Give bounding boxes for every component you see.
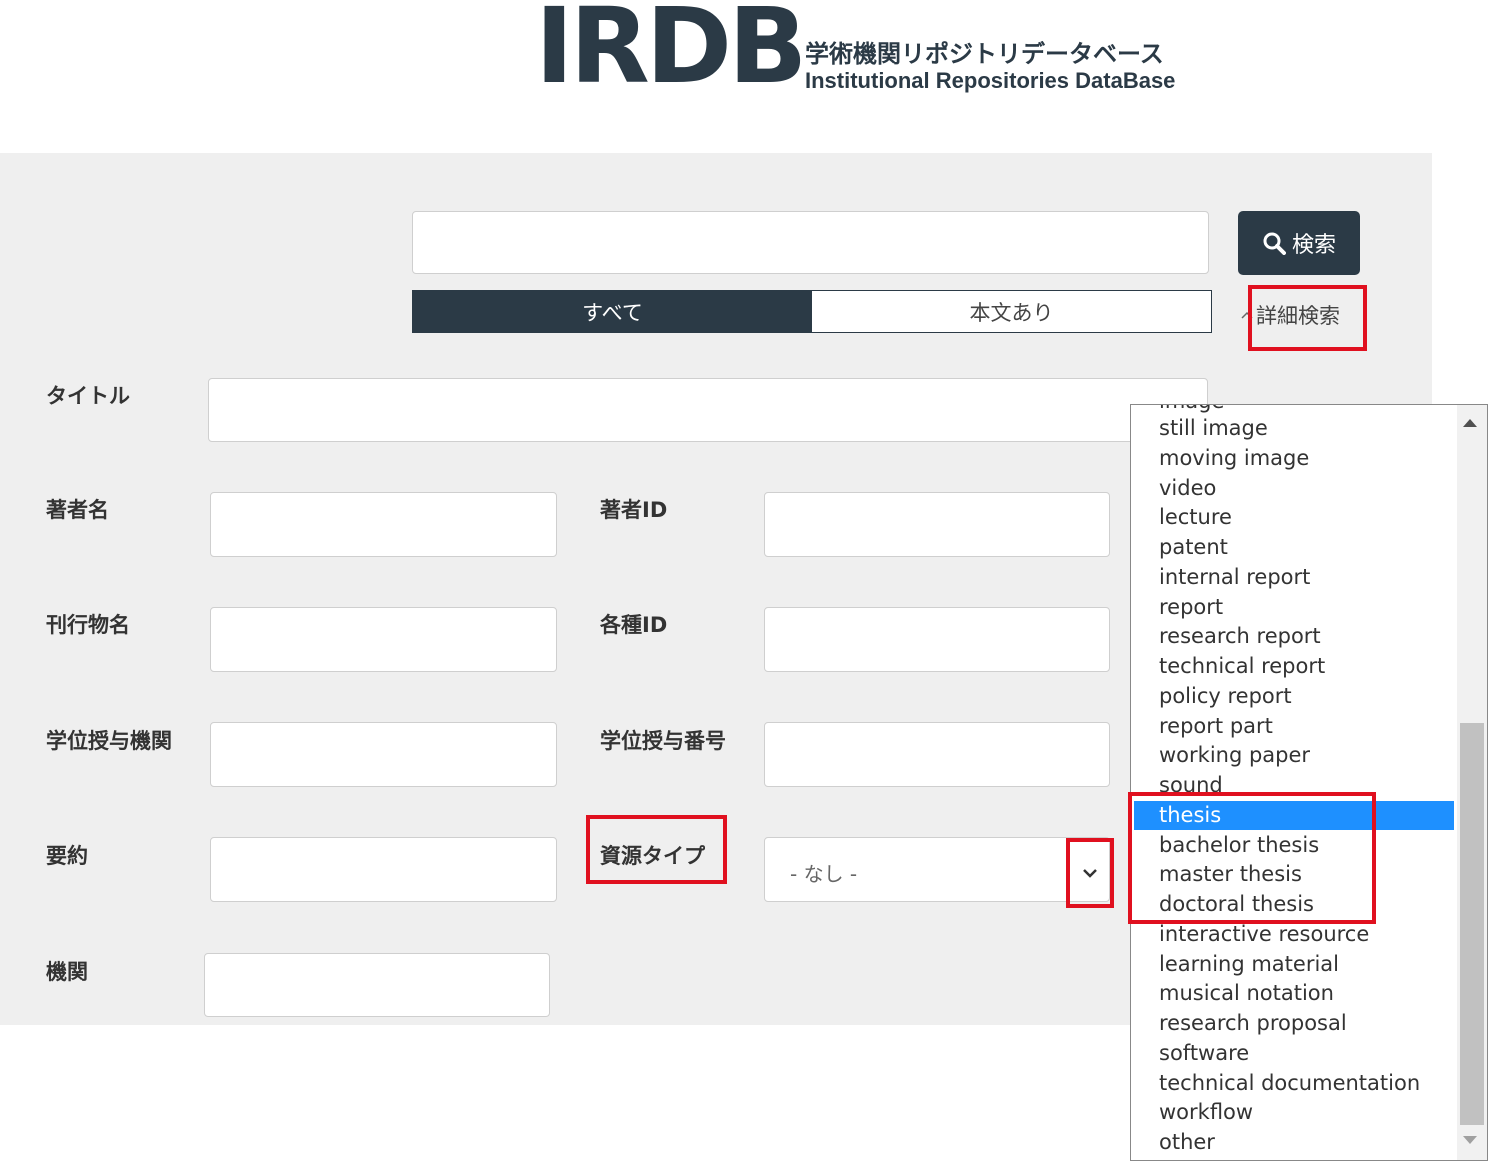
dropdown-option[interactable]: still image xyxy=(1159,414,1268,444)
logo-english-name: Institutional Repositories DataBase xyxy=(805,68,1176,93)
degree-number-label: 学位授与番号 xyxy=(600,729,726,753)
dropdown-option[interactable]: musical notation xyxy=(1159,979,1334,1009)
dropdown-option[interactable]: software xyxy=(1159,1039,1249,1069)
dropdown-option[interactable]: moving image xyxy=(1159,444,1309,474)
resource-type-dropdown-toggle[interactable] xyxy=(1066,838,1114,908)
highlight-thesis-options xyxy=(1128,792,1376,924)
dropdown-option[interactable]: internal report xyxy=(1159,563,1310,593)
dropdown-scrollbar[interactable] xyxy=(1457,405,1487,1160)
logo-mark: IRDB xyxy=(535,0,807,107)
author-name-label: 著者名 xyxy=(46,498,109,522)
dropdown-option[interactable]: technical documentation xyxy=(1159,1069,1420,1099)
author-name-input[interactable] xyxy=(210,492,557,557)
various-id-input[interactable] xyxy=(764,607,1110,672)
chevron-down-icon xyxy=(1083,869,1097,878)
dropdown-option[interactable]: research proposal xyxy=(1159,1009,1347,1039)
dropdown-option[interactable]: video xyxy=(1159,474,1216,504)
irdb-logo[interactable]: IRDB 学術機関リポジトリデータベース Institutional Repos… xyxy=(535,0,1175,110)
dropdown-option[interactable]: technical report xyxy=(1159,652,1325,682)
scroll-down-arrow-icon[interactable] xyxy=(1463,1136,1477,1144)
dropdown-option[interactable]: lecture xyxy=(1159,503,1232,533)
search-button[interactable]: 検索 xyxy=(1238,211,1360,275)
dropdown-option[interactable]: learning material xyxy=(1159,950,1339,980)
publication-input[interactable] xyxy=(210,607,557,672)
degree-grantor-label: 学位授与機関 xyxy=(46,729,172,753)
highlight-resource-type xyxy=(586,815,727,884)
dropdown-option[interactable]: other xyxy=(1159,1128,1215,1158)
degree-number-input[interactable] xyxy=(764,722,1110,787)
author-id-input[interactable] xyxy=(764,492,1110,557)
degree-grantor-input[interactable] xyxy=(210,722,557,787)
institution-input[interactable] xyxy=(204,953,550,1017)
title-label: タイトル xyxy=(46,384,130,408)
highlight-advanced-search xyxy=(1248,285,1367,351)
various-id-label: 各種ID xyxy=(600,613,668,637)
dropdown-option[interactable]: report xyxy=(1159,593,1223,623)
resource-type-value: - なし - xyxy=(790,862,858,886)
author-id-label: 著者ID xyxy=(600,498,668,522)
dropdown-option[interactable]: interactive resource xyxy=(1159,920,1369,950)
title-input[interactable] xyxy=(208,378,1208,442)
logo-japanese-name: 学術機関リポジトリデータベース xyxy=(805,40,1164,68)
scroll-up-arrow-icon[interactable] xyxy=(1463,419,1477,427)
search-scope-toggle: すべて 本文あり xyxy=(412,290,1212,333)
keyword-search-input[interactable] xyxy=(412,211,1209,274)
search-icon xyxy=(1263,232,1286,255)
scrollbar-thumb[interactable] xyxy=(1460,723,1484,1125)
abstract-input[interactable] xyxy=(210,837,557,902)
dropdown-option[interactable]: patent xyxy=(1159,533,1228,563)
scope-all-tab[interactable]: すべて xyxy=(413,291,812,332)
publication-label: 刊行物名 xyxy=(46,613,130,637)
dropdown-option[interactable]: workflow xyxy=(1159,1098,1253,1128)
dropdown-option[interactable]: report part xyxy=(1159,712,1273,742)
dropdown-option[interactable]: policy report xyxy=(1159,682,1292,712)
resource-type-dropdown-list[interactable]: image still imagemoving imagevideolectur… xyxy=(1130,404,1488,1161)
scope-fulltext-tab[interactable]: 本文あり xyxy=(812,291,1211,332)
institution-label: 機関 xyxy=(46,960,88,984)
dropdown-option[interactable]: working paper xyxy=(1159,741,1310,771)
dropdown-option[interactable]: research report xyxy=(1159,622,1321,652)
search-button-label: 検索 xyxy=(1291,233,1336,258)
abstract-label: 要約 xyxy=(46,844,88,868)
